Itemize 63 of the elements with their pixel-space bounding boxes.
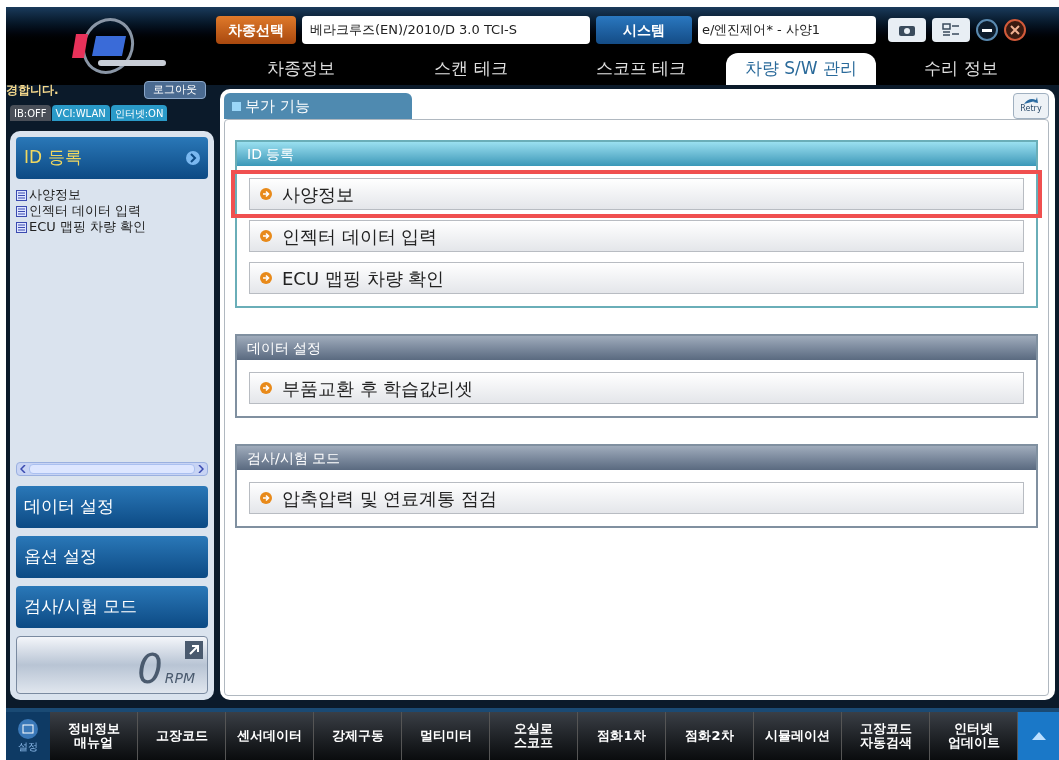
toolbar-button[interactable]: 고장코드 [138, 712, 226, 760]
refresh-icon [1023, 97, 1039, 105]
close-button[interactable] [1004, 19, 1026, 41]
arrow-bullet-icon [260, 272, 272, 284]
chevron-icon [186, 151, 200, 165]
document-icon [16, 189, 27, 201]
settings-button[interactable]: 설정 [6, 712, 50, 760]
document-icon [16, 221, 27, 233]
arrow-bullet-icon [260, 382, 272, 394]
arrow-bullet-icon [260, 230, 272, 242]
status-pill: 인터넷:ON [110, 105, 168, 121]
toolbar-button[interactable]: 강제구동 [314, 712, 402, 760]
sidebar-section-button[interactable]: 데이터 설정 [16, 486, 208, 528]
rpm-gauge: 0 RPM [16, 636, 208, 694]
nav-tab[interactable]: 스코프 테크 [556, 53, 726, 85]
toolbar-button[interactable]: 시뮬레이션 [754, 712, 842, 760]
swap-icon [942, 23, 960, 37]
group-header: 검사/시험 모드 [237, 446, 1036, 470]
sidebar-section-button[interactable]: 옵션 설정 [16, 536, 208, 578]
status-pill: IB:OFF [10, 105, 51, 121]
vehicle-field[interactable]: 베라크루즈(EN)/2010/D 3.0 TCI-S [302, 16, 590, 44]
scrollbar[interactable] [16, 462, 208, 476]
toolbar-button[interactable]: 정비정보 매뉴얼 [50, 712, 138, 760]
sidebar-section-button[interactable]: 검사/시험 모드 [16, 586, 208, 628]
toolbar-button[interactable]: 고장코드 자동검색 [842, 712, 930, 760]
sidebar-link[interactable]: 사양정보 [16, 187, 208, 203]
arrow-bullet-icon [260, 188, 272, 200]
retry-button[interactable]: Retry [1013, 93, 1049, 119]
vehicle-select-button[interactable]: 차종선택 [216, 16, 296, 44]
function-button[interactable]: 사양정보 [249, 178, 1024, 210]
document-icon [16, 205, 27, 217]
group-header: 데이터 설정 [237, 336, 1036, 360]
arrow-bullet-icon [260, 492, 272, 504]
function-button[interactable]: 인젝터 데이터 입력 [249, 220, 1024, 252]
greeting-text: 경합니다. [6, 82, 59, 99]
close-icon [1010, 25, 1020, 35]
function-button[interactable]: 부품교환 후 학습값리셋 [249, 372, 1024, 404]
system-field[interactable]: e/엔진제어* - 사양1 [698, 16, 876, 44]
sidebar-link[interactable]: ECU 맵핑 차량 확인 [16, 219, 208, 235]
nav-tab[interactable]: 차종정보 [216, 53, 386, 85]
scroll-up-button[interactable] [1018, 712, 1059, 760]
system-button[interactable]: 시스템 [596, 16, 692, 44]
function-button[interactable]: 압축압력 및 연료계통 점검 [249, 482, 1024, 514]
toolbar-button[interactable]: 점화2차 [666, 712, 754, 760]
nav-tab[interactable]: 스캔 테크 [386, 53, 556, 85]
camera-icon [899, 24, 915, 36]
camera-button[interactable] [888, 18, 926, 42]
group-header: ID 등록 [237, 142, 1036, 166]
nav-tab[interactable]: 수리 정보 [876, 53, 1046, 85]
settings-icon [18, 718, 38, 739]
function-button[interactable]: ECU 맵핑 차량 확인 [249, 262, 1024, 294]
minimize-button[interactable] [976, 19, 998, 41]
switch-button[interactable] [932, 18, 970, 42]
toolbar-button[interactable]: 센서데이터 [226, 712, 314, 760]
sidebar-section-button[interactable]: ID 등록 [16, 137, 208, 179]
toolbar-button[interactable]: 오실로 스코프 [490, 712, 578, 760]
logout-button[interactable]: 로그아웃 [144, 81, 206, 99]
up-arrow-icon [1031, 732, 1046, 740]
nav-tab[interactable]: 차량 S/W 관리 [726, 53, 876, 85]
toolbar-button[interactable]: 멀티미터 [402, 712, 490, 760]
toolbar-button[interactable]: 점화1차 [578, 712, 666, 760]
status-pill: VCI:WLAN [51, 105, 110, 121]
sidebar-link[interactable]: 인젝터 데이터 입력 [16, 203, 208, 219]
